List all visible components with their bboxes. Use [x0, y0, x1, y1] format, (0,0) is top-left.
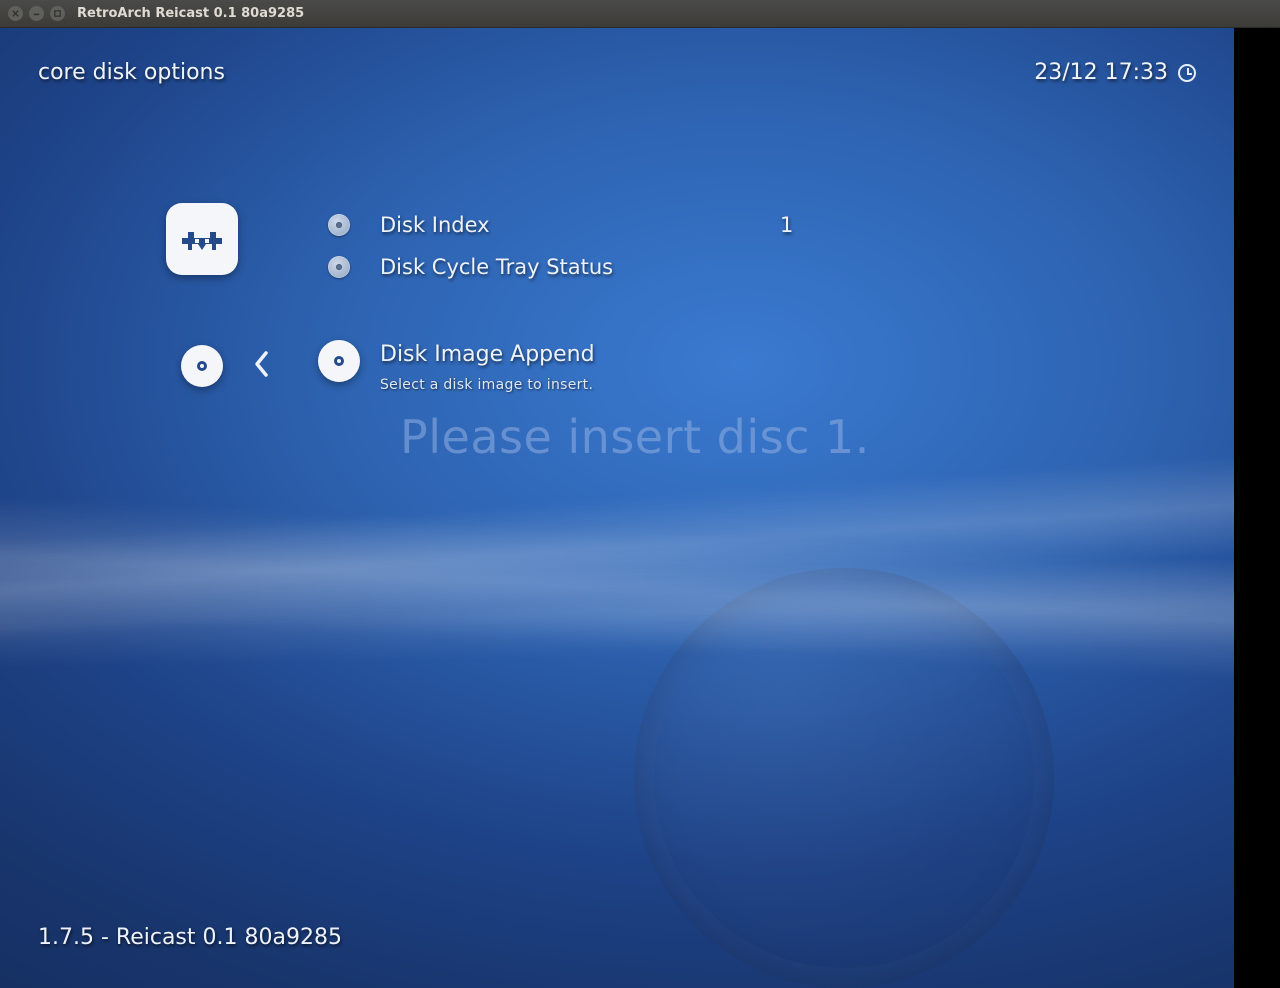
disc-icon: [328, 256, 350, 278]
window-minimize-button[interactable]: [29, 6, 44, 21]
breadcrumb: core disk options: [38, 60, 225, 85]
app-viewport: core disk options 23/12 17:33: [0, 28, 1234, 988]
menu-item-label: Disk Index: [380, 213, 750, 237]
disc-category-icon[interactable]: [181, 345, 223, 387]
version-footer: 1.7.5 - Reicast 0.1 80a9285: [38, 925, 342, 950]
menu-item-value: 1: [780, 213, 793, 237]
disk-options-menu: Disk Index 1 Disk Cycle Tray Status Disk…: [328, 204, 1174, 393]
menu-item-label: Disk Cycle Tray Status: [380, 255, 750, 279]
menu-item-label: Disk Image Append: [380, 342, 595, 367]
clock-text: 23/12 17:33: [1034, 60, 1168, 85]
game-overlay-message: Please insert disc 1.: [400, 410, 870, 464]
clock-icon: [1178, 64, 1196, 82]
nav-back-arrow-icon[interactable]: [252, 350, 270, 385]
window-close-button[interactable]: [8, 6, 23, 21]
menu-item-disk-index[interactable]: Disk Index 1: [328, 204, 1174, 246]
clock: 23/12 17:33: [1034, 60, 1196, 85]
window-title: RetroArch Reicast 0.1 80a9285: [77, 6, 304, 21]
disc-icon: [318, 340, 360, 382]
window-titlebar: RetroArch Reicast 0.1 80a9285: [0, 0, 1280, 28]
menu-item-description: Select a disk image to insert.: [380, 377, 595, 393]
retroarch-logo-icon[interactable]: [166, 203, 238, 275]
window-maximize-button[interactable]: [50, 6, 65, 21]
menu-item-disk-cycle-tray[interactable]: Disk Cycle Tray Status: [328, 246, 1174, 288]
disc-icon: [328, 214, 350, 236]
menu-item-disk-image-append[interactable]: Disk Image Append Select a disk image to…: [328, 340, 1174, 393]
